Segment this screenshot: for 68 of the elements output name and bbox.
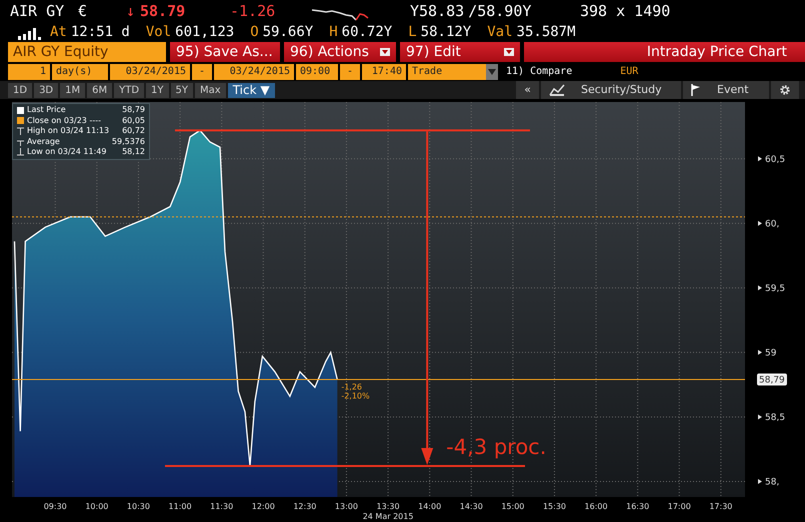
change-label: -1,26 — [341, 382, 362, 392]
stat-label: At — [50, 23, 67, 42]
stat-value: 12:51 d — [70, 23, 130, 42]
stat-value: 59.66Y — [262, 23, 314, 42]
stat-label: O — [250, 23, 259, 42]
screen-title: Intraday Price Chart — [524, 42, 805, 62]
change-percent-label: -2,10% — [341, 392, 370, 401]
x-tick-label: 10:30 — [126, 502, 150, 511]
x-tick-label: 14:30 — [460, 502, 483, 511]
y-tick-label: 58,5 — [758, 412, 786, 423]
x-tick-label: 12:30 — [293, 502, 316, 511]
ask-price: /58.90Y — [468, 2, 532, 20]
legend-value: 58,79 — [122, 105, 145, 116]
y-tick-label: 59,5 — [758, 284, 786, 294]
price-change: -1.26 — [230, 2, 276, 20]
legend-value: 59,5376 — [112, 136, 145, 147]
x-tick-label: 13:30 — [376, 502, 400, 511]
legend-label: Low on 03/24 11:49 — [27, 147, 108, 158]
x-tick-label: 12:00 — [252, 502, 275, 511]
stat-label: L — [408, 23, 417, 42]
stat-label: Val — [487, 23, 513, 42]
x-tick-label: 16:30 — [626, 502, 650, 511]
stat-value: 58.12Y — [420, 23, 472, 42]
x-tick-label: 13:00 — [334, 502, 358, 511]
date-label: 24 Mar 2015 — [362, 512, 414, 521]
stat-label: H — [329, 23, 338, 42]
legend-value: 60,05 — [122, 116, 145, 126]
y-tick-label: 60, — [765, 219, 780, 230]
x-tick-label: 16:00 — [584, 502, 608, 511]
x-tick-label: 10:00 — [85, 502, 108, 511]
x-tick-label: 17:30 — [709, 502, 732, 511]
last-price-label: 58,79 — [759, 376, 785, 386]
last-price: 58.79 — [140, 2, 186, 20]
y-tick-label: 58,5 — [765, 412, 786, 423]
x-tick-label: 15:30 — [542, 502, 566, 511]
time-separator: - — [340, 64, 360, 80]
stat-value: 601,123 — [175, 23, 234, 42]
x-tick-label: 09:30 — [44, 502, 67, 511]
y-tick-label: 60,5 — [758, 154, 786, 165]
legend-label: Last Price — [27, 105, 67, 116]
y-tick-label: 60,5 — [765, 154, 786, 165]
y-tick-label: 58, — [758, 478, 780, 488]
date-separator: - — [192, 64, 212, 80]
bid-price: Y58.83 — [410, 2, 464, 20]
y-tick-label: 59,5 — [765, 284, 786, 294]
x-tick-label: 15:00 — [501, 502, 524, 511]
y-tick-label: 58, — [765, 478, 780, 488]
x-tick-label: 17:00 — [668, 502, 691, 511]
stat-value: 35.587M — [516, 23, 576, 42]
stat-value: 60.72Y — [342, 23, 392, 42]
currency-label: EUR — [620, 65, 638, 79]
quote-size: 398 x 1490 — [580, 2, 670, 20]
currency: € — [78, 2, 88, 20]
legend-value: 58,12 — [122, 147, 145, 158]
legend-label: Close on 03/23 ---- — [27, 116, 102, 126]
x-tick-label: 11:00 — [168, 502, 192, 511]
y-tick-label: 59 — [765, 348, 777, 358]
legend-label: High on 03/24 11:13 — [27, 126, 110, 136]
legend-label: Average — [27, 136, 61, 147]
ticker: AIR GY — [10, 2, 64, 20]
direction-arrow: ↓ — [126, 2, 136, 20]
x-tick-label: 11:30 — [210, 502, 234, 511]
stat-label: Vol — [146, 23, 172, 42]
x-tick-label: 14:00 — [418, 502, 442, 511]
legend-value: 60,72 — [122, 126, 145, 136]
y-tick-label: 59 — [758, 348, 776, 358]
annotation-text: -4,3 proc. — [446, 435, 546, 460]
y-tick-label: 60, — [758, 219, 780, 230]
